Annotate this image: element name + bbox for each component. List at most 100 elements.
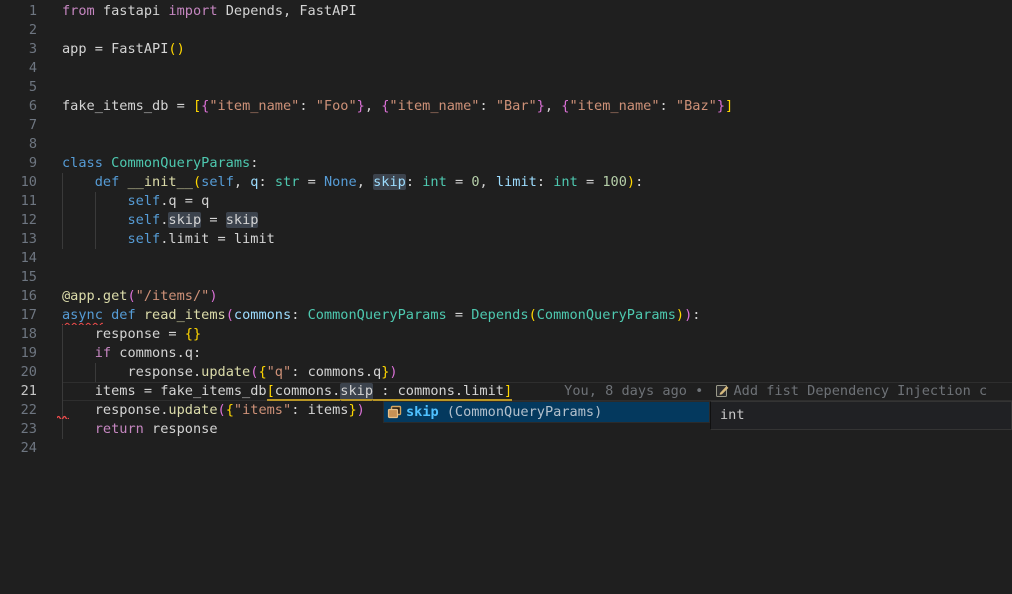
code-token[interactable]: : — [635, 174, 643, 190]
code-token[interactable]: int — [422, 174, 447, 190]
line-number[interactable]: 14 — [0, 249, 37, 268]
line-number[interactable]: 13 — [0, 230, 37, 249]
code-token[interactable]: self — [127, 193, 160, 209]
line-number[interactable]: 22 — [0, 401, 37, 420]
code-token[interactable]: fastapi — [95, 3, 169, 19]
code-token[interactable]: : — [406, 174, 422, 190]
code-token[interactable]: } — [357, 98, 365, 114]
line-number[interactable]: 6 — [0, 97, 37, 116]
line-number[interactable]: 5 — [0, 78, 37, 97]
line-number[interactable]: 3 — [0, 40, 37, 59]
code-content[interactable]: self.skip = skip — [62, 211, 1012, 230]
code-token[interactable]: = — [201, 212, 226, 228]
code-token[interactable]: ] — [725, 98, 733, 114]
code-content[interactable]: from fastapi import Depends, FastAPI — [62, 2, 1012, 21]
code-token[interactable]: "item_name" — [209, 98, 299, 114]
code-token[interactable]: response. — [62, 402, 168, 418]
code-token[interactable]: skip — [226, 212, 259, 228]
code-token[interactable]: read_items — [144, 307, 226, 323]
code-token[interactable]: , — [357, 174, 373, 190]
code-token[interactable]: limit — [496, 174, 537, 190]
code-token[interactable]: [ — [193, 98, 201, 114]
code-token[interactable]: @app.get — [62, 288, 127, 304]
line-number[interactable]: 10 — [0, 173, 37, 192]
code-token[interactable]: __init__ — [128, 174, 193, 190]
code-token[interactable]: ( — [193, 174, 201, 190]
code-token[interactable]: .q = q — [160, 193, 209, 209]
code-token[interactable]: def — [111, 307, 136, 323]
suggestion-label[interactable]: skip — [406, 404, 439, 420]
code-token[interactable]: if — [95, 345, 111, 361]
code-content[interactable]: async def read_items(commons: CommonQuer… — [62, 306, 1012, 325]
code-token[interactable]: class — [62, 155, 103, 171]
code-token[interactable]: 100 — [602, 174, 627, 190]
code-token[interactable]: ) — [676, 307, 684, 323]
code-token[interactable]: , — [365, 98, 381, 114]
line-number[interactable]: 8 — [0, 135, 37, 154]
code-content[interactable] — [62, 116, 1012, 135]
code-token[interactable]: "Bar" — [496, 98, 537, 114]
code-token[interactable]: fake_items_db = — [62, 98, 193, 114]
code-token[interactable]: } — [348, 402, 356, 418]
code-token[interactable]: : — [479, 98, 495, 114]
code-token[interactable]: response. — [62, 364, 201, 380]
line-number[interactable]: 11 — [0, 192, 37, 211]
code-token[interactable]: ( — [529, 307, 537, 323]
code-content[interactable]: response.update({"q": commons.q}) — [62, 363, 1012, 382]
code-token[interactable]: = — [447, 174, 472, 190]
git-blame-annotation[interactable]: You, 8 days ago • Add fist Dependency In… — [564, 383, 987, 399]
line-number[interactable]: 16 — [0, 287, 37, 306]
line-number[interactable]: 2 — [0, 21, 37, 40]
code-token[interactable]: : — [291, 402, 307, 418]
line-number[interactable]: 20 — [0, 363, 37, 382]
code-token[interactable]: "item_name" — [569, 98, 659, 114]
line-number[interactable]: 7 — [0, 116, 37, 135]
code-token[interactable]: None — [324, 174, 357, 190]
line-number[interactable]: 12 — [0, 211, 37, 230]
code-token[interactable]: } — [717, 98, 725, 114]
code-token[interactable]: self — [201, 174, 234, 190]
code-token[interactable] — [62, 174, 95, 190]
code-token[interactable]: : — [537, 174, 553, 190]
line-number[interactable]: 18 — [0, 325, 37, 344]
code-token[interactable]: , — [545, 98, 561, 114]
code-content[interactable] — [62, 59, 1012, 78]
code-content[interactable] — [62, 135, 1012, 154]
code-editor[interactable]: 1from fastapi import Depends, FastAPI23a… — [0, 0, 1012, 594]
code-token[interactable]: async — [62, 307, 103, 323]
code-token[interactable] — [103, 155, 111, 171]
code-token[interactable]: ) — [357, 402, 365, 418]
code-token[interactable]: "q" — [267, 364, 292, 380]
code-token[interactable]: { — [226, 402, 234, 418]
code-token[interactable]: int — [553, 174, 578, 190]
code-token[interactable] — [136, 307, 144, 323]
code-token[interactable]: CommonQueryParams — [537, 307, 676, 323]
code-token[interactable]: : — [299, 98, 315, 114]
code-token[interactable]: 0 — [471, 174, 479, 190]
line-number[interactable]: 15 — [0, 268, 37, 287]
code-token[interactable]: ] — [504, 383, 512, 401]
code-token[interactable]: items = fake_items_db — [62, 383, 267, 399]
code-content[interactable]: fake_items_db = [{"item_name": "Foo"}, {… — [62, 97, 1012, 116]
code-token[interactable] — [103, 307, 111, 323]
code-content[interactable] — [62, 21, 1012, 40]
code-token[interactable]: self — [127, 231, 160, 247]
code-token[interactable]: : — [291, 364, 307, 380]
code-content[interactable]: app = FastAPI() — [62, 40, 1012, 59]
code-content[interactable] — [62, 78, 1012, 97]
code-content[interactable]: self.q = q — [62, 192, 1012, 211]
code-token[interactable]: CommonQueryParams — [111, 155, 250, 171]
code-content[interactable] — [62, 249, 1012, 268]
code-content[interactable] — [62, 268, 1012, 287]
code-token[interactable]: Depends, FastAPI — [218, 3, 357, 19]
code-token[interactable]: commons. — [275, 383, 340, 401]
code-content[interactable]: @app.get("/items/") — [62, 287, 1012, 306]
code-token[interactable]: } — [537, 98, 545, 114]
code-token[interactable]: : — [692, 307, 700, 323]
line-number[interactable]: 23 — [0, 420, 37, 439]
code-content[interactable] — [62, 439, 1012, 458]
code-token[interactable]: = — [578, 174, 603, 190]
code-token[interactable]: : commons.limit — [373, 383, 504, 401]
code-content[interactable]: self.limit = limit — [62, 230, 1012, 249]
code-content[interactable]: if commons.q: — [62, 344, 1012, 363]
